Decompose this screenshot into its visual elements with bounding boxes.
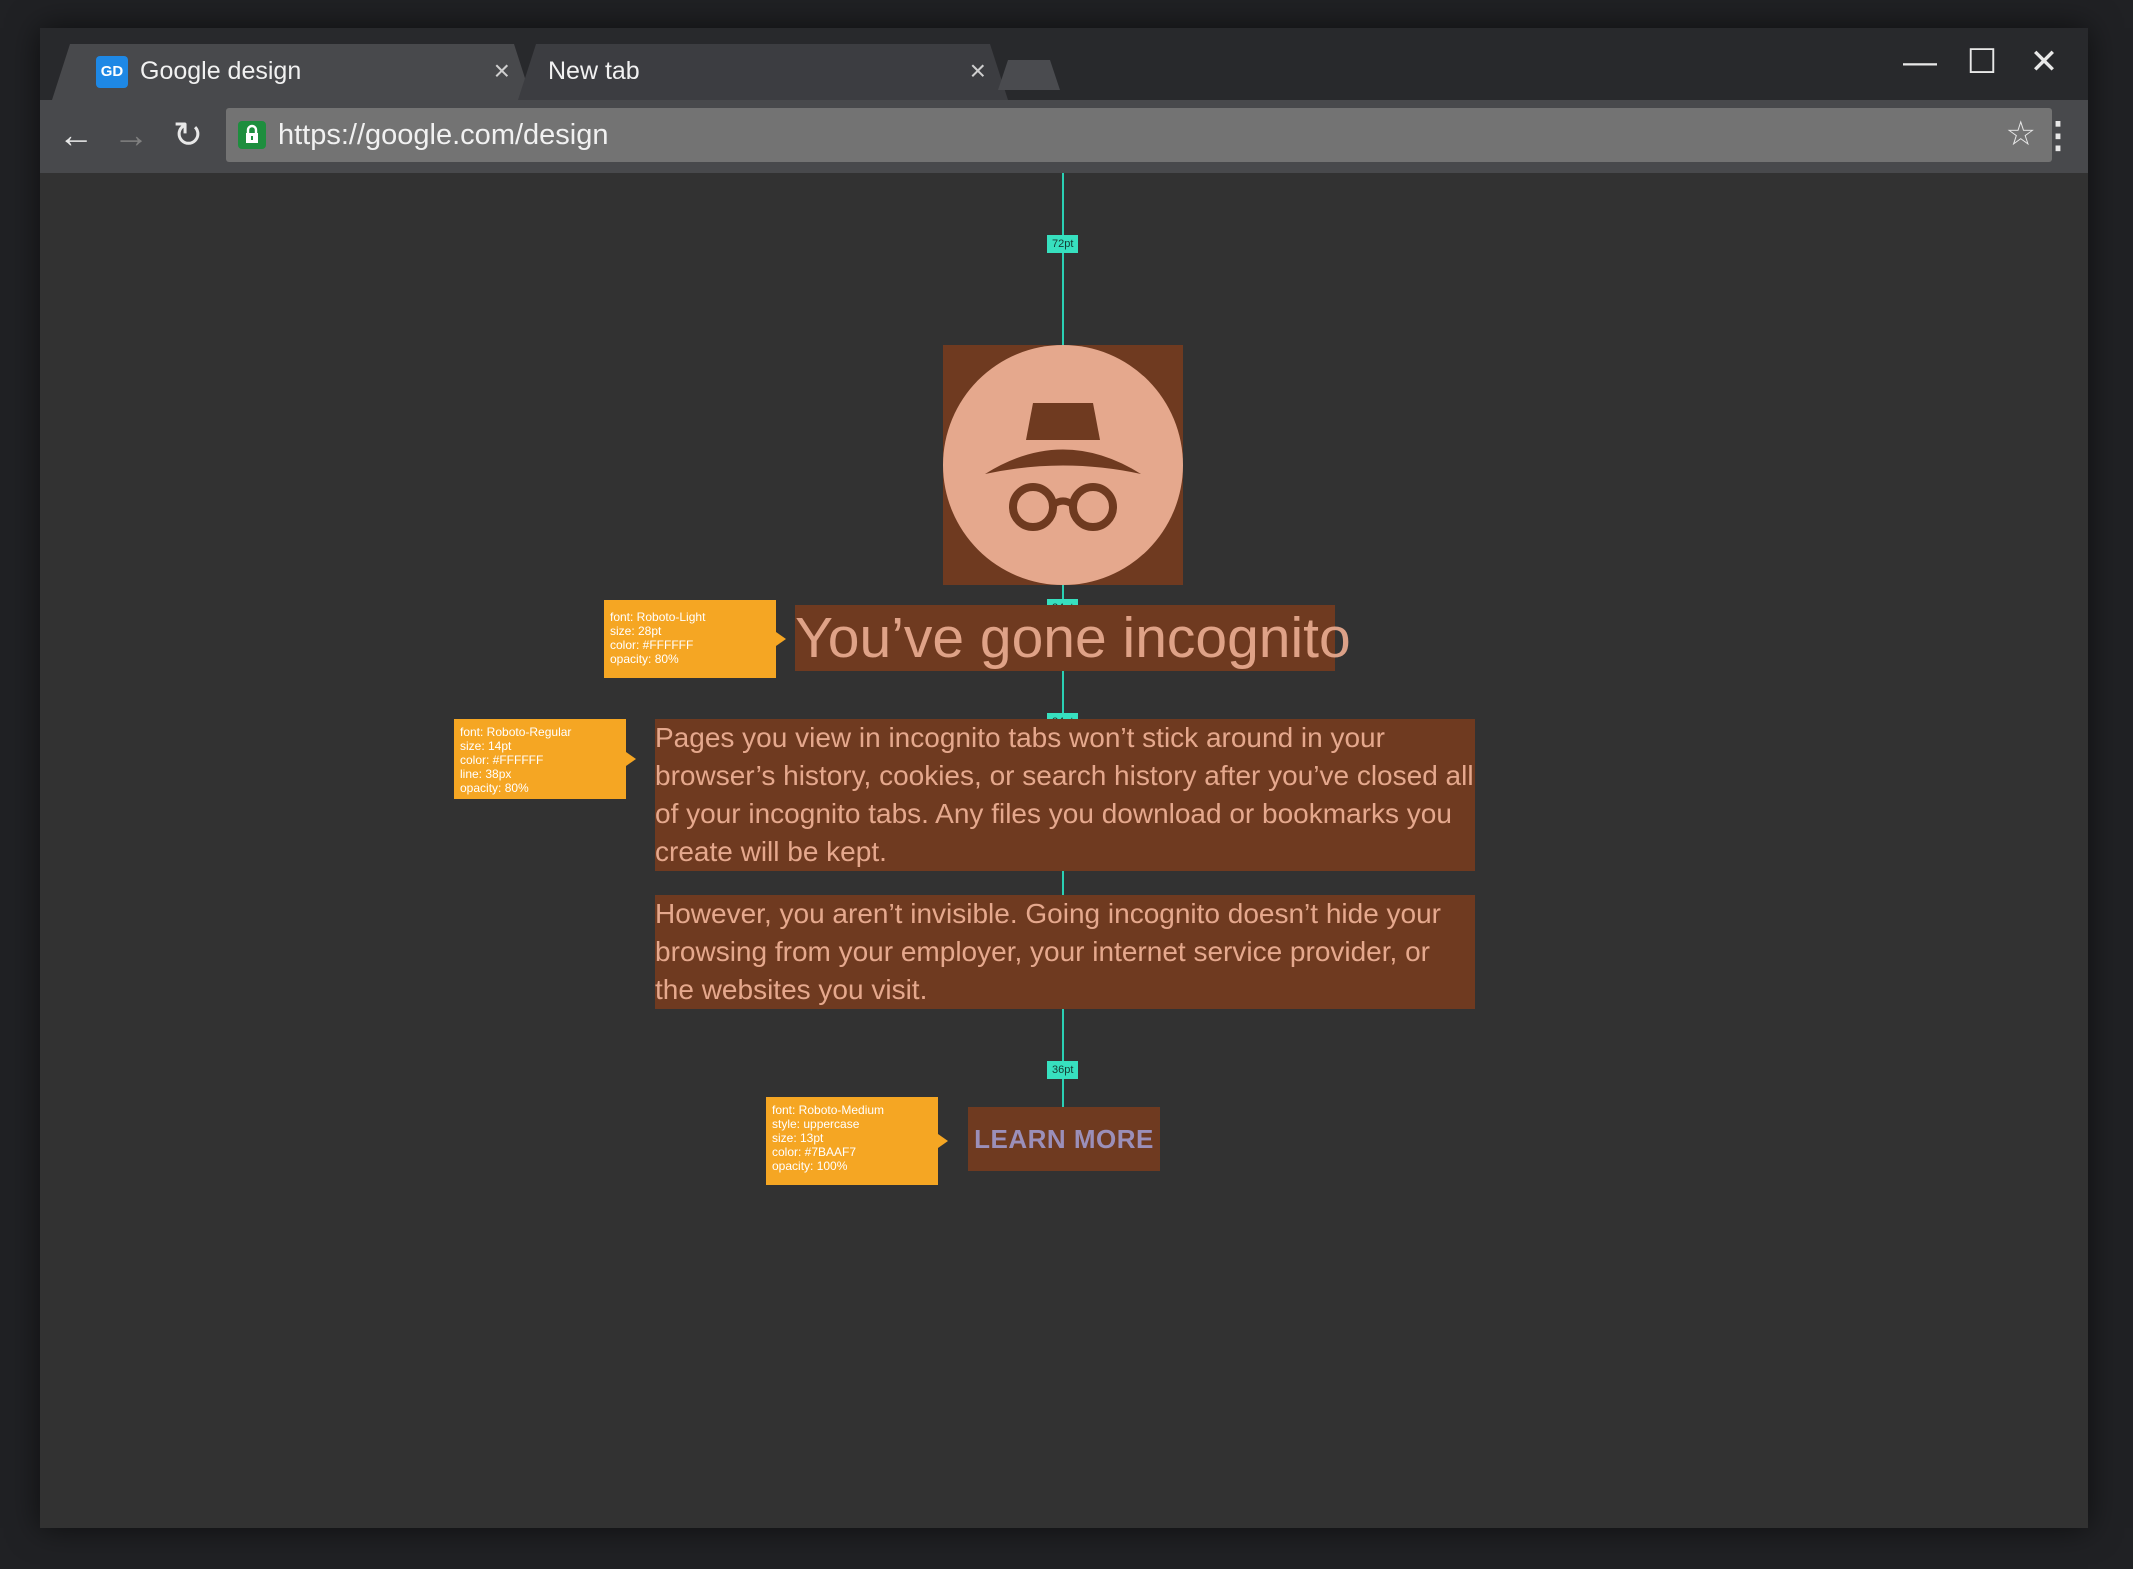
spacer-line <box>1062 671 1064 719</box>
maximize-icon[interactable]: ☐ <box>1960 42 2004 82</box>
minimize-icon[interactable]: — <box>1898 42 1942 82</box>
tab-new-tab[interactable]: New tab × <box>518 44 1008 100</box>
reload-icon[interactable]: ↻ <box>163 110 213 160</box>
close-icon[interactable]: × <box>970 56 986 86</box>
tab-label: New tab <box>548 57 640 85</box>
spacer-line <box>1062 871 1064 895</box>
paragraph-1: Pages you view in incognito tabs won’t s… <box>655 722 1474 867</box>
title-spec-note: font: Roboto-Light size: 28pt color: #FFFF… <box>604 600 786 678</box>
spacer-tag-top: 72pt <box>1047 235 1079 253</box>
body-spec-note: font: Roboto-Regular size: 14pt color: #FF… <box>454 719 636 799</box>
spacer-tag-para-button: 36pt <box>1047 1061 1079 1079</box>
back-icon[interactable]: ← <box>51 110 101 160</box>
forward-icon[interactable]: → <box>106 110 156 160</box>
window-controls: — ☐ ✕ <box>1898 42 2068 82</box>
incognito-page: 72pt 24pt You’ve gone incognito font: Ro… <box>40 173 2088 1528</box>
star-icon[interactable]: ☆ <box>2006 114 2036 154</box>
spacer-line <box>1062 173 1064 345</box>
menu-icon[interactable]: ⋮ <box>2040 112 2076 158</box>
browser-window: GD Google design × New tab × — ☐ ✕ ← → ↻ <box>40 28 2088 1528</box>
tab-strip: GD Google design × New tab × — ☐ ✕ <box>40 28 2088 100</box>
google-design-favicon-icon: GD <box>96 56 128 88</box>
incognito-icon-box <box>943 345 1183 585</box>
learn-more-button[interactable]: LEARN MORE <box>968 1107 1160 1171</box>
close-window-icon[interactable]: ✕ <box>2022 42 2066 82</box>
spacer-line <box>1062 1009 1064 1107</box>
tab-label: Google design <box>140 57 302 85</box>
paragraph-2: However, you aren’t invisible. Going inc… <box>655 898 1442 1005</box>
address-bar[interactable]: https://google.com/design ☆ <box>226 108 2052 162</box>
toolbar: ← → ↻ https://google.com/design ☆ ⋮ <box>40 100 2088 173</box>
new-tab-button[interactable] <box>998 60 1060 90</box>
incognito-icon <box>943 345 1183 585</box>
close-icon[interactable]: × <box>494 56 510 86</box>
tab-google-design[interactable]: GD Google design × <box>52 44 532 100</box>
url-text[interactable]: https://google.com/design <box>278 119 608 152</box>
page-title: You’ve gone incognito <box>795 606 1351 670</box>
lock-icon <box>238 121 266 149</box>
button-spec-note: font: Roboto-Medium style: uppercase size:… <box>766 1097 948 1185</box>
